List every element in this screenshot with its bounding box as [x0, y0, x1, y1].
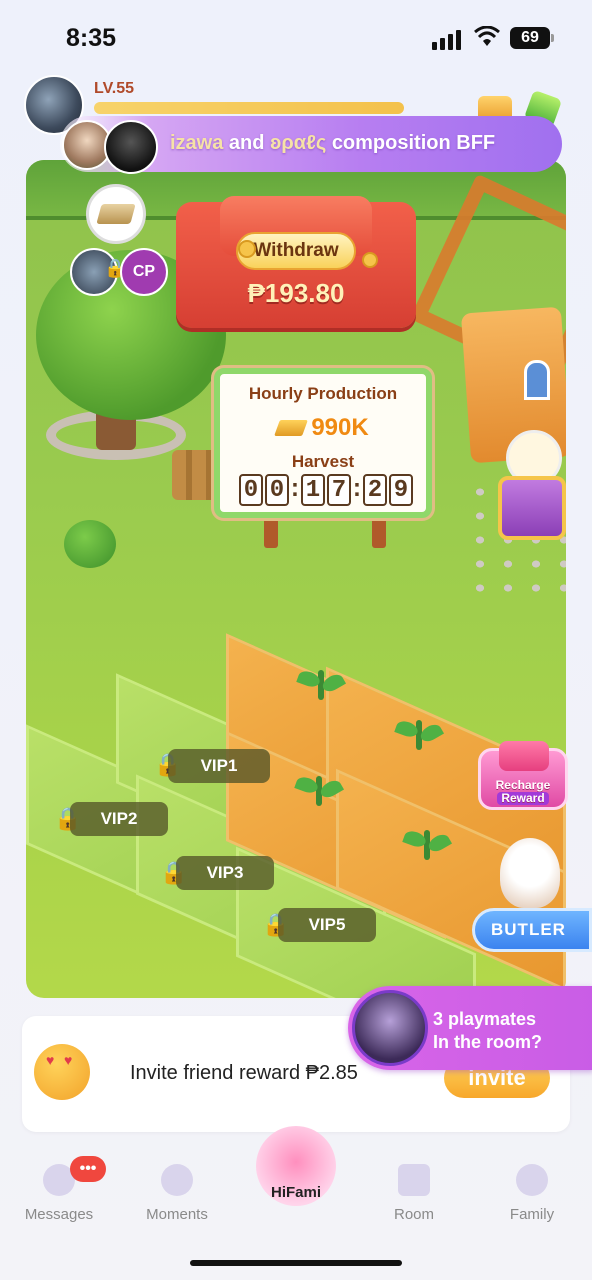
- unread-badge: •••: [70, 1156, 106, 1182]
- vip1-plot-label[interactable]: VIP1: [168, 749, 270, 783]
- room-avatar[interactable]: [352, 990, 428, 1066]
- vip3-plot-label[interactable]: VIP3: [176, 856, 274, 890]
- house-icon: [398, 1164, 430, 1196]
- people-icon: [516, 1164, 548, 1196]
- harvest-timer: 0 0 : 1 7 : 2 9: [236, 474, 416, 506]
- tab-label: Room: [393, 1206, 434, 1223]
- sprout-icon: [316, 776, 322, 806]
- playmates-line2: In the room?: [433, 1032, 542, 1052]
- cp-badge[interactable]: CP: [120, 248, 168, 296]
- love-emoji-icon: ♥ ♥: [34, 1044, 90, 1100]
- tab-label: Moments: [146, 1206, 208, 1223]
- sprout-icon: [416, 720, 422, 750]
- timer-digit: 2: [363, 474, 387, 506]
- vip2-plot-label[interactable]: VIP2: [70, 802, 168, 836]
- compass-icon: [161, 1164, 193, 1196]
- coin-icon: [362, 252, 378, 268]
- signal-icon: [432, 30, 461, 50]
- sprout-icon: [424, 830, 430, 860]
- tab-label: Messages: [24, 1206, 94, 1223]
- vip5-plot-label[interactable]: VIP5: [278, 908, 376, 942]
- playmates-text: 3 playmates In the room?: [433, 1008, 542, 1054]
- timer-digit: 7: [327, 474, 351, 506]
- sprout-icon: [318, 670, 324, 700]
- tab-family[interactable]: Family: [482, 1160, 582, 1223]
- gold-bar-icon: [274, 420, 309, 436]
- invite-reward-text: Invite friend reward ₱2.85: [130, 1062, 358, 1084]
- tab-moments[interactable]: Moments: [127, 1160, 227, 1223]
- timer-colon: :: [287, 476, 303, 504]
- banner-conj: and: [228, 132, 265, 154]
- banner-name-left: izawa: [170, 132, 224, 154]
- tab-room[interactable]: Room: [364, 1160, 464, 1223]
- windmill-window: [524, 360, 550, 400]
- hourly-production-title: Hourly Production: [248, 384, 398, 403]
- butler-button[interactable]: BUTLER: [472, 908, 592, 952]
- coin-icon: [238, 240, 256, 258]
- tab-label: HiFami: [270, 1184, 321, 1201]
- gift-icon: [499, 741, 549, 771]
- status-time: 8:35: [66, 24, 117, 52]
- treasure-chest-icon[interactable]: [498, 476, 566, 540]
- banner-avatar-2[interactable]: [104, 120, 158, 174]
- gold-bar-icon: [96, 204, 136, 224]
- hourly-production-value: 990K: [220, 414, 426, 442]
- timer-digit: 0: [265, 474, 289, 506]
- playmates-line1: 3 playmates: [433, 1009, 537, 1029]
- banner-relation: composition BFF: [331, 132, 496, 154]
- tab-label: Family: [509, 1206, 555, 1223]
- harvest-label: Harvest: [291, 452, 355, 471]
- level-progress-bar: [94, 102, 404, 114]
- gold-bubble[interactable]: [86, 184, 146, 244]
- battery-icon: 69: [510, 27, 554, 49]
- production-amount: 990K: [311, 414, 369, 441]
- timer-colon: :: [349, 476, 365, 504]
- bush: [64, 520, 116, 568]
- home-indicator[interactable]: [190, 1260, 402, 1266]
- level-label: LV.55: [94, 80, 135, 97]
- banner-text: izawa and ʚραℓς composition BFF: [170, 132, 495, 155]
- tab-hifami[interactable]: HiFami: [246, 1184, 346, 1201]
- timer-digit: 0: [239, 474, 263, 506]
- reward-label: Reward: [497, 792, 549, 805]
- timer-digit: 9: [389, 474, 413, 506]
- cat-mascot-icon[interactable]: [500, 838, 560, 908]
- timer-digit: 1: [301, 474, 325, 506]
- recharge-reward-button[interactable]: Recharge Reward: [478, 741, 568, 810]
- banner-name-right: ʚραℓς: [270, 132, 327, 154]
- wifi-icon: [474, 25, 500, 53]
- withdraw-amount: ₱193.80: [247, 278, 345, 308]
